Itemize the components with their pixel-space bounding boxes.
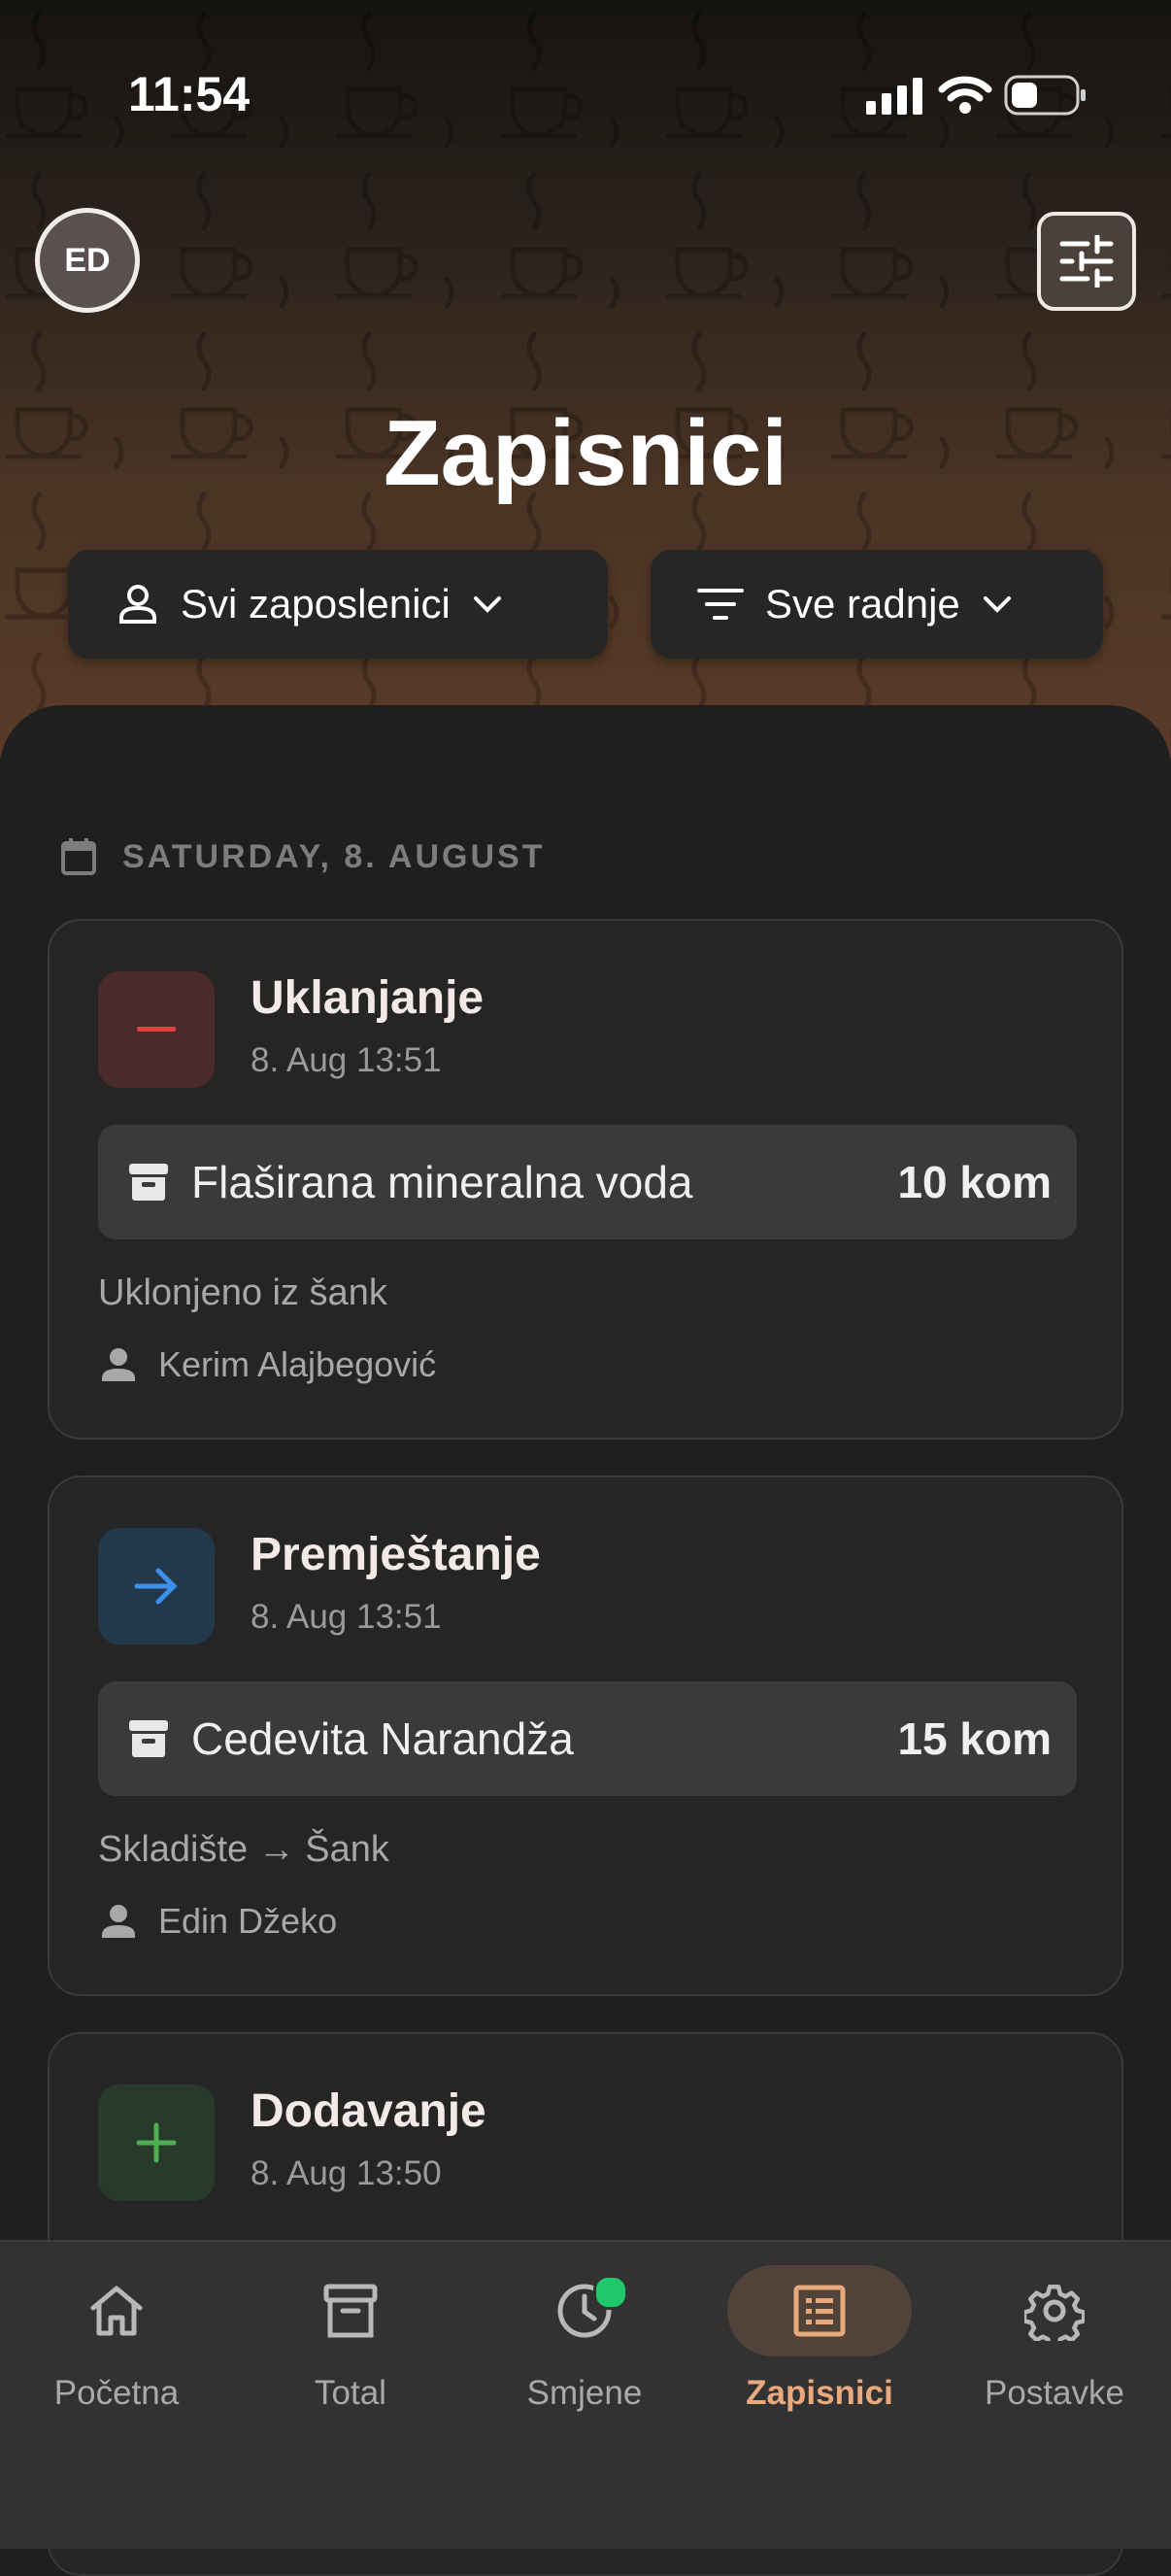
archive-icon: [323, 2284, 378, 2338]
status-bar: 11:54: [0, 0, 1171, 194]
person-icon: [119, 585, 156, 624]
entry-quantity: 10 kom: [897, 1157, 1052, 1207]
entry-item-name: Cedevita Narandža: [191, 1713, 574, 1764]
entry-item-row: Cedevita Narandža 15 kom: [98, 1681, 1077, 1796]
nav-label: Zapisnici: [746, 2374, 893, 2412]
employee-filter-dropdown[interactable]: Svi zaposlenici: [68, 550, 608, 659]
log-entry-card[interactable]: Premještanje 8. Aug 13:51 Cedevita Naran…: [48, 1475, 1123, 1996]
entry-user-name: Edin Džeko: [158, 1901, 338, 1941]
entry-note: Skladište → Šank: [98, 1829, 389, 1870]
list-icon: [793, 2285, 846, 2337]
entry-item-name: Flaširana mineralna voda: [191, 1157, 693, 1207]
filter-settings-button[interactable]: [1037, 212, 1136, 311]
person-icon: [102, 1905, 135, 1938]
avatar-initials: ED: [64, 241, 111, 279]
notification-dot: [593, 2275, 628, 2310]
nav-label: Početna: [53, 2374, 180, 2412]
log-entry-card[interactable]: Uklanjanje 8. Aug 13:51 Flaširana minera…: [48, 919, 1123, 1440]
status-time: 11:54: [128, 67, 251, 121]
nav-label: Postavke: [985, 2374, 1124, 2412]
chevron-down-icon: [983, 596, 1011, 613]
transfer-type-badge: [98, 1528, 215, 1644]
archive-icon: [129, 1720, 168, 1757]
entry-note: Uklonjeno iz šank: [98, 1272, 387, 1313]
gear-icon: [1024, 2285, 1085, 2341]
nav-item-logs[interactable]: Zapisnici: [703, 2265, 936, 2421]
nav-item-total[interactable]: Total: [234, 2265, 467, 2421]
home-icon: [90, 2286, 143, 2336]
entry-type: Uklanjanje: [251, 972, 485, 1024]
nav-item-home[interactable]: Početna: [0, 2265, 233, 2421]
battery-icon: [1004, 75, 1086, 116]
page-title: Zapisnici: [383, 401, 788, 505]
minus-icon: [137, 1027, 176, 1032]
bottom-navigation: Početna Total Smjene Zapisnici Postavke: [0, 2240, 1171, 2549]
wifi-icon: [938, 76, 992, 114]
nav-label: Smjene: [526, 2374, 643, 2412]
signal-icon: [866, 78, 922, 115]
entry-user: Edin Džeko: [100, 1901, 337, 1942]
day-header: SATURDAY, 8. AUGUST: [60, 837, 545, 876]
plus-icon: [136, 2122, 177, 2163]
entry-time: 8. Aug 13:51: [251, 1041, 442, 1079]
person-icon: [102, 1348, 135, 1381]
nav-item-settings[interactable]: Postavke: [938, 2265, 1171, 2421]
entry-type: Premještanje: [251, 1529, 541, 1580]
entry-time: 8. Aug 13:51: [251, 1598, 442, 1636]
archive-icon: [129, 1164, 168, 1201]
arrow-right-icon: [134, 1568, 178, 1605]
entry-type: Dodavanje: [251, 2085, 486, 2137]
filter-icon: [697, 589, 744, 620]
day-header-label: SATURDAY, 8. AUGUST: [122, 837, 546, 875]
entry-user: Kerim Alajbegović: [100, 1344, 436, 1385]
entry-item-row: Flaširana mineralna voda 10 kom: [98, 1125, 1077, 1239]
entry-time: 8. Aug 13:50: [251, 2154, 442, 2192]
addition-type-badge: [98, 2085, 215, 2201]
action-filter-dropdown[interactable]: Sve radnje: [651, 550, 1103, 659]
entry-user-name: Kerim Alajbegović: [158, 1344, 437, 1384]
removal-type-badge: [98, 971, 215, 1088]
employee-filter-label: Svi zaposlenici: [181, 581, 451, 627]
calendar-icon: [61, 838, 96, 875]
nav-label: Total: [315, 2374, 386, 2412]
sliders-icon: [1059, 235, 1114, 288]
avatar[interactable]: ED: [35, 208, 140, 313]
chevron-down-icon: [473, 596, 501, 613]
action-filter-label: Sve radnje: [765, 581, 960, 627]
entry-quantity: 15 kom: [897, 1713, 1052, 1764]
nav-item-shifts[interactable]: Smjene: [468, 2265, 701, 2421]
